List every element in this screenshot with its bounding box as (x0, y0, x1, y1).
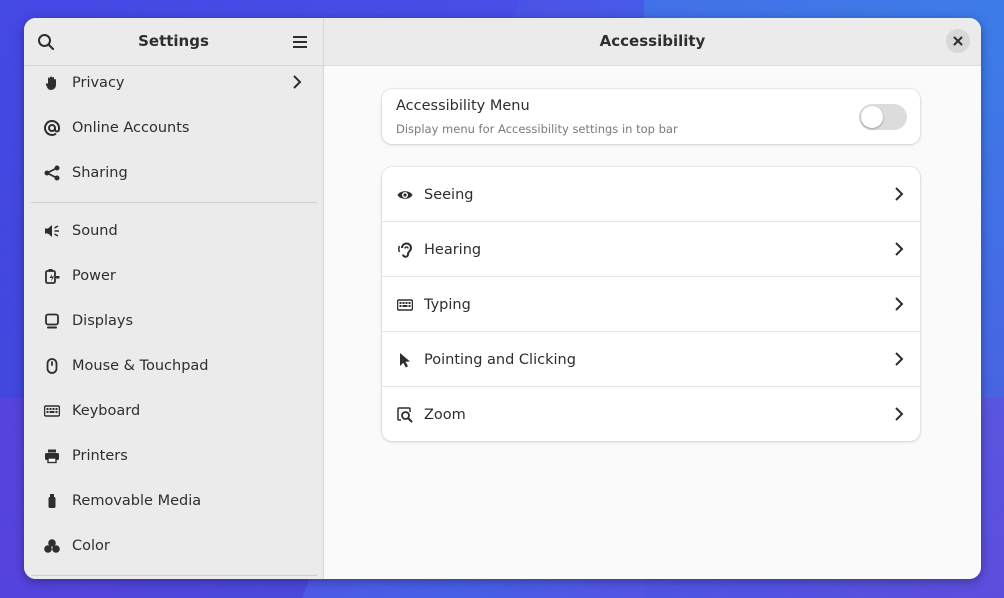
main-header: Accessibility (324, 18, 981, 66)
usb-icon (43, 492, 61, 510)
sidebar-item-label: Keyboard (72, 402, 141, 419)
chevron-right-icon (895, 297, 904, 311)
row-typing[interactable]: Typing (382, 277, 920, 332)
keyboard-icon (43, 402, 61, 420)
sidebar-item-sound[interactable]: Sound (24, 208, 323, 253)
sidebar-item-mouse-touchpad[interactable]: Mouse & Touchpad (24, 343, 323, 388)
settings-window: Settings Privacy Online Accounts Sharing… (24, 18, 981, 579)
sidebar-item-label: Removable Media (72, 492, 202, 509)
chevron-right-icon (895, 242, 904, 256)
sidebar-item-removable-media[interactable]: Removable Media (24, 478, 323, 523)
keyboard-icon (396, 296, 414, 314)
main-menu-button[interactable] (286, 28, 314, 56)
accessibility-menu-switch[interactable] (859, 104, 907, 130)
sidebar-item-label: Power (72, 267, 116, 284)
chevron-right-icon (293, 75, 302, 89)
main-panel: Accessibility Accessibility Menu Display… (324, 18, 981, 579)
accessibility-menu-row: Accessibility Menu Display menu for Acce… (382, 89, 920, 144)
sidebar-header: Settings (24, 18, 323, 66)
row-label: Typing (424, 296, 471, 313)
at-icon (43, 119, 61, 137)
ear-icon (396, 241, 414, 259)
sidebar-item-color[interactable]: Color (24, 523, 323, 568)
sidebar-item-label: Privacy (72, 74, 125, 91)
sidebar-item-label: Color (72, 537, 110, 554)
sidebar-item-keyboard[interactable]: Keyboard (24, 388, 323, 433)
row-zoom[interactable]: Zoom (382, 387, 920, 441)
pointer-icon (396, 351, 414, 369)
chevron-right-icon (895, 407, 904, 421)
hand-icon (43, 74, 61, 92)
close-button[interactable] (946, 29, 970, 53)
color-icon (43, 537, 61, 555)
hamburger-icon (293, 36, 307, 48)
accessibility-options-list: Seeing Hearing Typing Pointing and Click… (382, 167, 920, 441)
row-label: Hearing (424, 241, 482, 258)
row-label: Pointing and Clicking (424, 351, 576, 368)
row-pointing-clicking[interactable]: Pointing and Clicking (382, 332, 920, 387)
sidebar-item-label: Sound (72, 222, 118, 239)
sidebar-item-label: Online Accounts (72, 119, 190, 136)
sidebar-item-sharing[interactable]: Sharing (24, 150, 323, 195)
close-icon (953, 36, 963, 46)
row-seeing[interactable]: Seeing (382, 167, 920, 222)
eye-icon (396, 186, 414, 204)
speaker-icon (43, 222, 61, 240)
sidebar-item-displays[interactable]: Displays (24, 298, 323, 343)
sidebar-item-label: Displays (72, 312, 134, 329)
sidebar-item-online-accounts[interactable]: Online Accounts (24, 105, 323, 150)
sidebar-item-label: Mouse & Touchpad (72, 357, 209, 374)
row-hearing[interactable]: Hearing (382, 222, 920, 277)
chevron-right-icon (895, 187, 904, 201)
chevron-right-icon (895, 352, 904, 366)
printer-icon (43, 447, 61, 465)
sidebar-list: Privacy Online Accounts Sharing Sound Po… (24, 65, 323, 579)
sidebar: Settings Privacy Online Accounts Sharing… (24, 18, 324, 579)
row-label: Zoom (424, 406, 466, 423)
mouse-icon (43, 357, 61, 375)
sidebar-item-printers[interactable]: Printers (24, 433, 323, 478)
power-icon (43, 267, 61, 285)
sidebar-item-label: Printers (72, 447, 128, 464)
sidebar-separator (31, 575, 317, 576)
page-title: Accessibility (599, 32, 706, 50)
accessibility-menu-subtitle: Display menu for Accessibility settings … (396, 122, 678, 136)
switch-knob (861, 106, 883, 128)
sidebar-item-power[interactable]: Power (24, 253, 323, 298)
sidebar-item-privacy[interactable]: Privacy (24, 65, 323, 105)
display-icon (43, 312, 61, 330)
sidebar-item-label: Sharing (72, 164, 128, 181)
accessibility-menu-title: Accessibility Menu (396, 98, 530, 114)
sidebar-title: Settings (138, 32, 209, 50)
sidebar-separator (31, 202, 317, 203)
zoom-icon (396, 406, 414, 424)
row-label: Seeing (424, 186, 474, 203)
share-icon (43, 164, 61, 182)
